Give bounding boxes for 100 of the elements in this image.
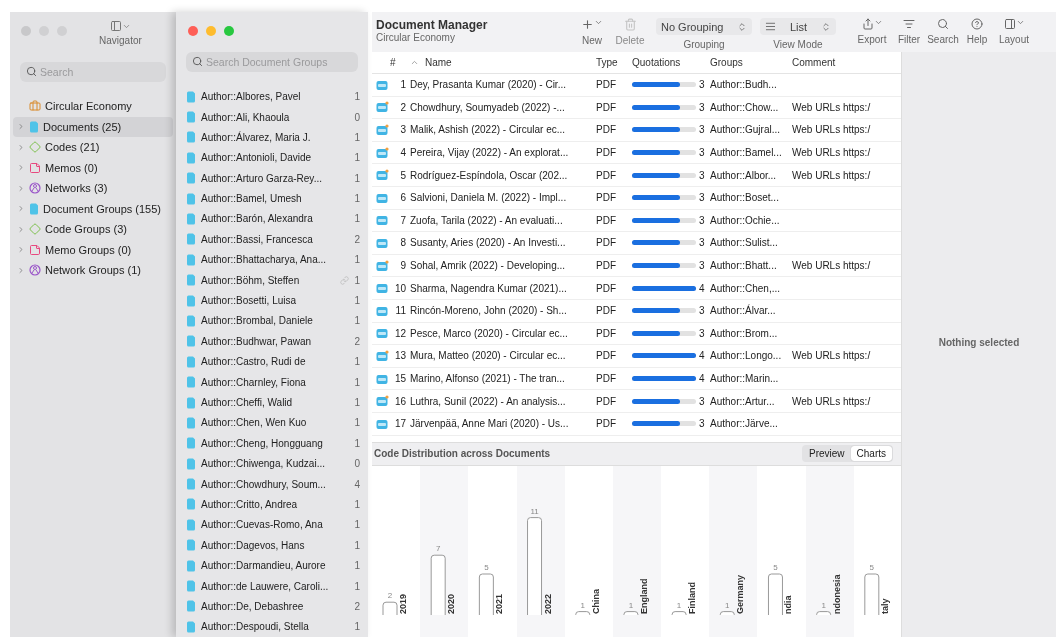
project-icon (29, 100, 41, 113)
updown-icon (821, 21, 831, 32)
search-button[interactable]: Search (928, 18, 958, 45)
segment-tab[interactable]: Charts (850, 446, 892, 461)
table-cell: 3 (699, 327, 705, 339)
pdf-icon (376, 372, 389, 385)
group-item[interactable]: Author::Chowdhury, Soum... 4 (176, 473, 368, 495)
category-label: ndonesia (831, 574, 842, 614)
navigator-item[interactable]: Memos (0) (13, 157, 173, 178)
table-row[interactable]: 13 Mura, Matteo (2020) - Circular ec... PDF 4 Author::Longo... Web URLs https:/ (372, 345, 901, 368)
group-item[interactable]: Author::Chiwenga, Kudzai... 0 (176, 453, 368, 474)
view-mode-select[interactable]: List (760, 18, 836, 35)
quotation-bar (632, 150, 696, 156)
group-item[interactable]: Author::Antonioli, Davide 1 (176, 147, 368, 168)
grouping-select[interactable]: No Grouping (656, 18, 752, 35)
quotation-bar (632, 376, 696, 381)
navigator-item[interactable]: Network Groups (1) (13, 260, 173, 281)
sidebar-toggle-button[interactable] (109, 20, 131, 32)
group-item[interactable]: Author::Bamel, Umesh 1 (176, 188, 368, 209)
filter-button[interactable]: Filter (894, 18, 924, 45)
new-button[interactable]: New (572, 18, 612, 46)
table-row[interactable]: 3 Malik, Ashish (2022) - Circular ec... PDF 3 Author::Gujral... Web URLs https:/ (372, 119, 901, 142)
group-item[interactable]: Author::Cheffi, Walid 1 (176, 392, 368, 413)
column-header[interactable]: Groups (710, 57, 792, 68)
layout-button[interactable]: Layout (996, 18, 1032, 45)
category-label: Finland (687, 581, 698, 614)
table-cell-text: 2 (399, 101, 407, 113)
table-cell: 3 (699, 214, 705, 226)
group-item[interactable]: Author::Böhm, Steffen 1 (176, 269, 368, 291)
group-item[interactable]: Author::Chen, Wen Kuo 1 (176, 412, 368, 434)
group-item[interactable]: Author::Albores, Pavel 1 (176, 86, 368, 107)
group-item[interactable]: Author::Cuevas-Romo, Ana 1 (176, 514, 368, 536)
group-item[interactable]: Author::Barón, Alexandra 1 (176, 208, 368, 230)
quotation-bar (632, 308, 696, 314)
column-header[interactable]: Comment (792, 57, 902, 68)
group-item[interactable]: Author::Bassi, Francesca 2 (176, 229, 368, 250)
group-item[interactable]: Author::Darmandieu, Aurore 1 (176, 555, 368, 576)
table-row[interactable]: 12 Pesce, Marco (2020) - Circular ec... PDF 3 Author::Brom... (372, 322, 901, 346)
bar-value-label: 5 (869, 562, 875, 572)
group-item[interactable]: Author::de Lauwere, Caroli... 1 (176, 575, 368, 597)
table-row[interactable]: 7 Zuofa, Tarila (2022) - An evaluati... PDF 3 Author::Ochie... (372, 209, 901, 233)
table-row[interactable]: 16 Luthra, Sunil (2022) - An analysis... PDF 3 Author::Artur... Web URLs https:/ (372, 390, 901, 413)
group-item[interactable]: Author::Dagevos, Hans 1 (176, 535, 368, 556)
navigator-item[interactable]: Networks (3) (13, 178, 173, 199)
group-item[interactable]: Author::De, Debashree 2 (176, 596, 368, 617)
category-label: ndia (783, 595, 794, 614)
column-header[interactable]: Name (425, 57, 452, 68)
group-item[interactable]: Author::Álvarez, Maria J. 1 (176, 127, 368, 148)
group-item[interactable]: Author::Despoudi, Stella 1 (176, 616, 368, 637)
segment-tab[interactable]: Preview (802, 446, 851, 461)
search-field[interactable]: Search (20, 62, 166, 82)
group-item[interactable]: Author::Arturo Garza-Rey... 1 (176, 168, 368, 189)
group-item[interactable]: Author::Critto, Andrea 1 (176, 494, 368, 515)
table-row[interactable]: 8 Susanty, Aries (2020) - An Investi... PDF 3 Author::Sulist... (372, 232, 901, 255)
navigator-item[interactable]: Codes (21) (13, 137, 173, 158)
grouping-label: Grouping (683, 39, 725, 50)
group-item[interactable]: Author::Castro, Rudi de 1 (176, 351, 368, 372)
search-icon (26, 66, 37, 77)
table-cell-text: Author::Ochie... (710, 214, 781, 226)
chart-bar (671, 610, 687, 615)
group-item[interactable]: Author::Ali, Khaoula 0 (176, 106, 368, 128)
table-row[interactable]: 1 Dey, Prasanta Kumar (2020) - Cir... PDF 3 Author::Budh... (372, 74, 901, 97)
table-cell-text: Author::Brom... (710, 327, 779, 339)
table-row[interactable]: 17 Järvenpää, Anne Mari (2020) - Us... PDF 3 Author::Järve... (372, 412, 901, 436)
navigator-item[interactable]: Code Groups (3) (13, 219, 173, 240)
column-header[interactable]: # (388, 57, 410, 68)
navigator-item[interactable]: Documents (25) (13, 116, 173, 137)
table-row[interactable]: 6 Salvioni, Daniela M. (2022) - Impl... PDF 3 Author::Boset... (372, 186, 901, 210)
table-cell-text: 8 (399, 237, 407, 249)
table-cell-text: 12 (393, 327, 407, 339)
export-button[interactable]: Export (854, 18, 890, 45)
group-item[interactable]: Author::Budhwar, Pawan 2 (176, 331, 368, 352)
chart-bar (623, 610, 639, 615)
table-cell-text: Pesce, Marco (2020) - Circular ec... (410, 327, 569, 339)
table-row[interactable]: 15 Marino, Alfonso (2021) - The tran... PDF 4 Author::Marin... (372, 367, 901, 391)
table-cell-text: PDF (596, 101, 617, 113)
table-cell-text: Dey, Prasanta Kumar (2020) - Cir... (410, 79, 567, 91)
group-item[interactable]: Author::Bhattacharya, Ana... 1 (176, 249, 368, 270)
help-button[interactable]: Help (962, 18, 992, 45)
category-label: England (638, 578, 649, 614)
group-item[interactable]: Author::Cheng, Hongguang 1 (176, 433, 368, 454)
table-row[interactable]: 11 Rincón-Moreno, John (2020) - Sh... PDF 3 Author::Álvar... (372, 299, 901, 323)
table-row[interactable]: 10 Sharma, Nagendra Kumar (2021)... PDF 4 Author::Chen,... (372, 277, 901, 300)
document-icon (186, 498, 196, 511)
category-label: 2022 (542, 593, 553, 614)
table-row[interactable]: 2 Chowdhury, Soumyadeb (2022) -... PDF 3 Author::Chow... Web URLs https:/ (372, 96, 901, 120)
search-field[interactable]: Search Document Groups (186, 52, 358, 73)
group-item[interactable]: Author::Brombal, Daniele 1 (176, 310, 368, 332)
column-header[interactable]: Type (596, 57, 632, 68)
table-row[interactable]: 9 Sohal, Amrik (2022) - Developing... PDF 3 Author::Bhatt... Web URLs https:/ (372, 254, 901, 278)
navigator-item[interactable]: Document Groups (155) (13, 198, 173, 219)
group-item[interactable]: Author::Charnley, Fiona 1 (176, 371, 368, 393)
group-item[interactable]: Author::Bosetti, Luisa 1 (176, 290, 368, 311)
navigator-item[interactable]: Memo Groups (0) (13, 239, 173, 260)
column-header[interactable]: Quotations (632, 57, 710, 68)
pdf-icon (376, 395, 389, 408)
table-row[interactable]: 4 Pereira, Vijay (2022) - An explorat... PDF 3 Author::Bamel... Web URLs https:/ (372, 141, 901, 165)
table-row[interactable]: 5 Rodríguez-Espíndola, Oscar (202... PDF 3 Author::Albor... Web URLs https:/ (372, 164, 901, 187)
navigator-item[interactable]: Circular Economy (13, 96, 173, 117)
table-cell-text: 6 (399, 192, 407, 204)
